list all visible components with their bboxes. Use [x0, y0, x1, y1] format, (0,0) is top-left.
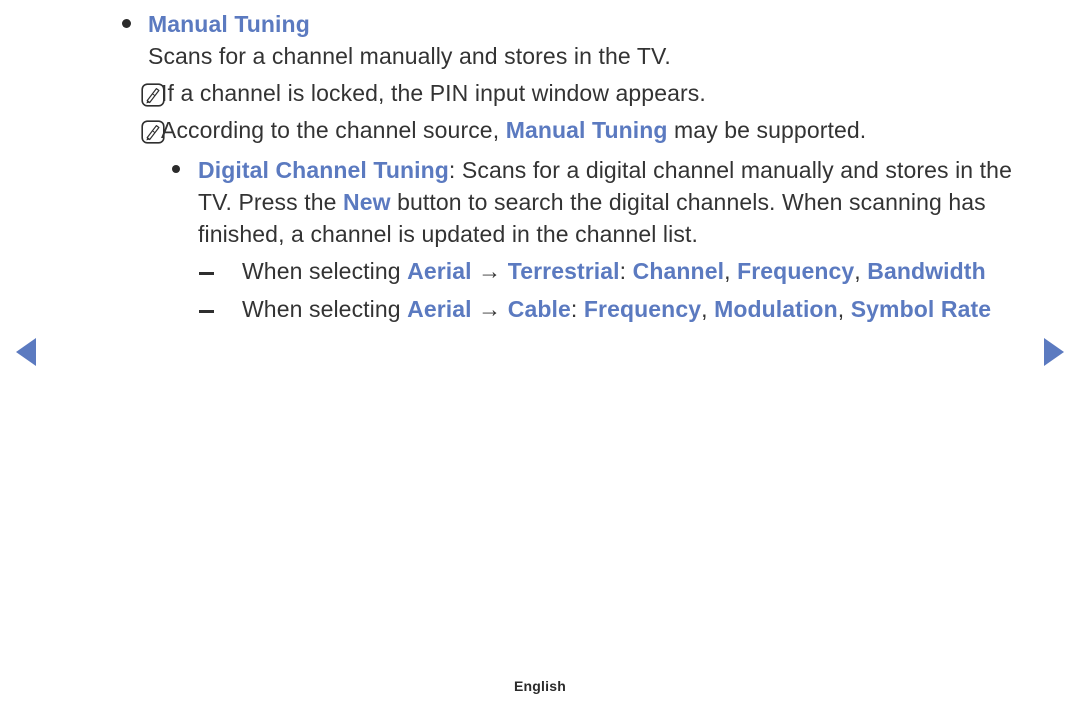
bullet-dot-icon — [172, 165, 180, 173]
note-item: According to the channel source, Manual … — [104, 114, 1014, 146]
cable-text: When selecting Aerial → Cable: Frequency… — [242, 293, 1014, 326]
dash-marker — [104, 293, 242, 313]
frequency-term: Frequency — [583, 296, 702, 322]
manual-tuning-block: Manual Tuning Scans for a channel manual… — [148, 8, 1014, 72]
colon-separator: : — [619, 258, 633, 284]
channel-term: Channel — [632, 258, 725, 284]
arrow-separator: → — [471, 296, 508, 322]
bullet-dot-icon — [121, 19, 131, 28]
bandwidth-term: Bandwidth — [867, 258, 986, 284]
list-item-manual-tuning: Manual Tuning Scans for a channel manual… — [104, 8, 1014, 72]
new-button-term: New — [343, 189, 391, 215]
digital-channel-tuning-text: Digital Channel Tuning: Scans for a digi… — [198, 154, 1014, 250]
note-text: According to the channel source, Manual … — [161, 114, 866, 146]
symbol-rate-term: Symbol Rate — [850, 296, 992, 322]
bullet-marker — [104, 154, 198, 173]
bullet-marker — [104, 8, 148, 28]
comma-separator: , — [837, 296, 851, 322]
dash-icon — [199, 310, 214, 313]
list-item-digital-channel-tuning: Digital Channel Tuning: Scans for a digi… — [104, 154, 1014, 250]
modulation-term: Modulation — [714, 296, 838, 322]
page-root: Manual Tuning Scans for a channel manual… — [0, 0, 1080, 705]
digital-channel-tuning-term: Digital Channel Tuning — [198, 157, 449, 183]
dash-icon — [199, 272, 214, 275]
note-text-segment: may be supported. — [667, 117, 867, 143]
sub-item-terrestrial: When selecting Aerial → Terrestrial: Cha… — [104, 255, 1014, 288]
aerial-term: Aerial — [407, 296, 472, 322]
arrow-separator: → — [471, 258, 508, 284]
terrestrial-text: When selecting Aerial → Terrestrial: Cha… — [242, 255, 1014, 288]
note-accent-term: Manual Tuning — [505, 117, 668, 143]
comma-separator: , — [854, 258, 868, 284]
text-segment: When selecting — [242, 296, 408, 322]
comma-separator: , — [724, 258, 738, 284]
note-item: If a channel is locked, the PIN input wi… — [104, 77, 1014, 109]
dash-marker — [104, 255, 242, 275]
note-text-segment: According to the channel source, — [161, 117, 506, 143]
frequency-term: Frequency — [737, 258, 855, 284]
page-title: Manual Tuning — [148, 11, 310, 37]
note-text-segment: If a channel is locked, the PIN input wi… — [161, 80, 706, 106]
next-page-arrow[interactable] — [1044, 338, 1064, 366]
footer-language-label: English — [514, 678, 566, 694]
terrestrial-term: Terrestrial — [507, 258, 620, 284]
previous-page-arrow[interactable] — [16, 338, 36, 366]
note-marker — [104, 114, 165, 145]
note-marker — [104, 77, 165, 108]
content-column: Manual Tuning Scans for a channel manual… — [104, 8, 1014, 326]
text-segment: When selecting — [242, 258, 408, 284]
manual-tuning-description: Scans for a channel manually and stores … — [148, 43, 671, 69]
aerial-term: Aerial — [407, 258, 472, 284]
sub-item-cable: When selecting Aerial → Cable: Frequency… — [104, 293, 1014, 326]
comma-separator: , — [701, 296, 715, 322]
note-text: If a channel is locked, the PIN input wi… — [161, 77, 706, 109]
cable-term: Cable — [507, 296, 571, 322]
colon-separator: : — [570, 296, 584, 322]
